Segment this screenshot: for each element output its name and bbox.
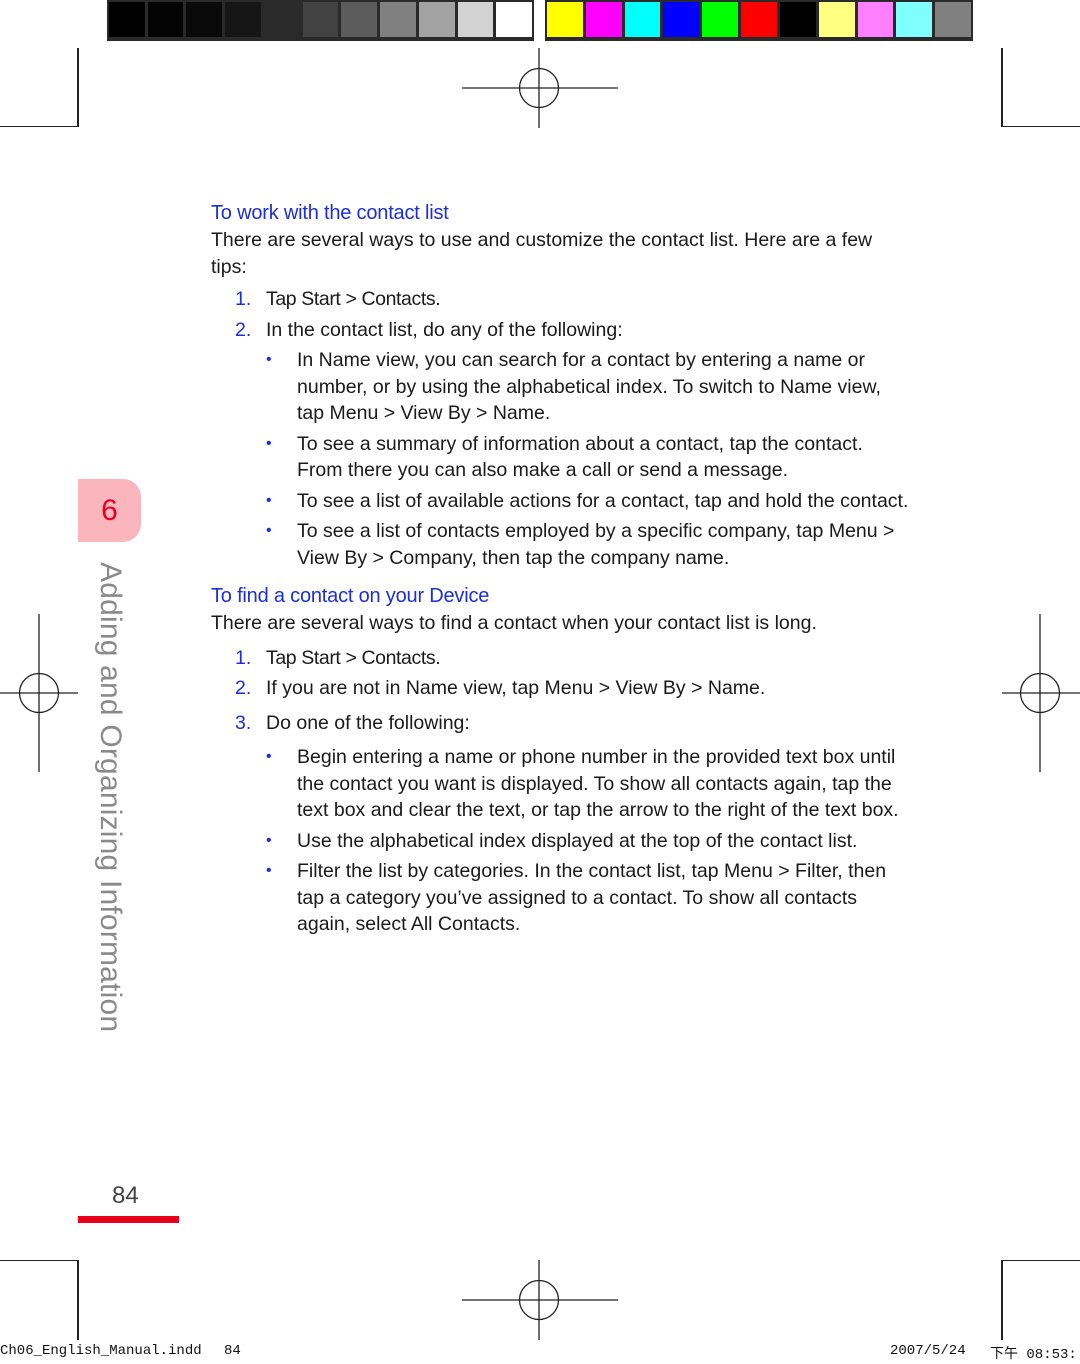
- bullet-icon: •: [266, 862, 272, 879]
- crop-mark-bottom-right-v: [1001, 1260, 1003, 1340]
- crop-mark-top-right-v: [1001, 48, 1003, 127]
- crop-mark-bottom-right-h: [1002, 1260, 1080, 1261]
- slug-date: 2007/5/24: [890, 1343, 966, 1359]
- bullet-icon: •: [266, 748, 272, 765]
- gray-swatch: [186, 2, 223, 37]
- crop-mark-bottom-left-h: [0, 1260, 78, 1261]
- section-heading: To work with the contact list: [211, 202, 449, 224]
- step-item: 2. In the contact list, do any of the fo…: [211, 317, 911, 344]
- registration-mark-top-icon: [462, 48, 618, 128]
- color-swatch: [624, 2, 661, 37]
- color-swatch: [818, 2, 855, 37]
- color-swatch: [857, 2, 894, 37]
- bullet-icon: •: [266, 522, 272, 539]
- color-swatch: [779, 2, 816, 37]
- color-swatch: [896, 2, 933, 37]
- step-item: 1. Tap Start > Contacts.: [211, 645, 911, 672]
- bullet-item: • Filter the list by categories. In the …: [211, 858, 911, 938]
- bullet-icon: •: [266, 434, 272, 452]
- crop-mark-top-right-h: [1002, 126, 1080, 127]
- crop-mark-bottom-left-v: [77, 1260, 79, 1340]
- gray-swatch: [341, 2, 378, 37]
- step-text: If you are not in Name view, tap Menu > …: [266, 677, 766, 699]
- step-text: In the contact list, do any of the follo…: [266, 318, 623, 341]
- gray-swatch: [457, 2, 494, 37]
- section-intro: There are several ways to find a contact…: [211, 612, 817, 634]
- step-text: Do one of the following:: [266, 711, 470, 734]
- section-intro: There are several ways to use and custom…: [211, 229, 873, 278]
- bullet-item: • To see a summary of information about …: [211, 431, 911, 484]
- color-swatch: [702, 2, 739, 37]
- bullet-text: Filter the list by categories. In the co…: [297, 860, 887, 935]
- bullet-item: • To see a list of contacts employed by …: [211, 518, 911, 571]
- step-number: 1.: [235, 288, 252, 310]
- gray-swatch: [380, 2, 416, 37]
- bullet-text: To see a list of contacts employed by a …: [297, 520, 895, 569]
- gray-swatch: [496, 2, 533, 37]
- section-heading: To find a contact on your Device: [211, 585, 490, 607]
- slug-time: 下午 08:53:: [990, 1347, 1077, 1363]
- step-text: Tap Start > Contacts.: [266, 646, 441, 669]
- step-item: 3. Do one of the following:: [211, 710, 911, 737]
- gray-swatch: [418, 2, 455, 37]
- color-swatch: [663, 2, 700, 37]
- chapter-title: Adding and Organizing Information: [82, 562, 130, 1032]
- process-color-bar: [545, 0, 973, 41]
- bullet-text: Begin entering a name or phone number in…: [297, 746, 899, 821]
- step-number: 2.: [235, 677, 252, 699]
- step-text: Tap Start > Contacts.: [266, 288, 441, 310]
- step-number: 1.: [235, 646, 252, 669]
- color-swatch: [935, 2, 971, 37]
- bullet-item: • In Name view, you can search for a con…: [211, 347, 911, 427]
- bullet-icon: •: [266, 491, 272, 509]
- crop-mark-top-left-v: [77, 48, 79, 127]
- gray-swatch: [147, 2, 184, 37]
- chapter-number: 6: [101, 493, 118, 527]
- bullet-text: In Name view, you can search for a conta…: [297, 349, 881, 424]
- step-number: 3.: [235, 711, 252, 734]
- bullet-text: To see a summary of information about a …: [297, 432, 863, 482]
- bullet-icon: •: [266, 831, 272, 849]
- bullet-text: Use the alphabetical index displayed at …: [297, 829, 858, 852]
- chapter-title-text: Adding and Organizing Information: [94, 562, 127, 1033]
- registration-mark-bottom-icon: [462, 1260, 618, 1340]
- gray-swatch: [302, 2, 339, 37]
- color-swatch: [741, 2, 777, 37]
- step-item: 2. If you are not in Name view, tap Menu…: [211, 675, 911, 702]
- page-content: To work with the contact list There are …: [211, 200, 911, 938]
- gray-swatch: [109, 2, 145, 37]
- bullet-item: • To see a list of available actions for…: [211, 488, 911, 515]
- page-number: 84: [112, 1182, 139, 1209]
- slug-page: 84: [224, 1343, 241, 1359]
- gray-swatch: [225, 2, 261, 37]
- page-number-rule: [78, 1216, 179, 1223]
- bullet-text: To see a list of available actions for a…: [297, 489, 909, 512]
- slug-filename: Ch06_English_Manual.indd: [0, 1343, 202, 1359]
- registration-mark-right-icon: [1002, 614, 1080, 772]
- bullet-icon: •: [266, 351, 272, 368]
- bullet-item: • Begin entering a name or phone number …: [211, 744, 911, 824]
- registration-mark-left-icon: [0, 614, 78, 772]
- chapter-tab: 6: [78, 479, 141, 542]
- step-item: 1. Tap Start > Contacts.: [211, 286, 911, 313]
- step-number: 2.: [235, 318, 252, 341]
- gray-color-bar: [107, 0, 534, 41]
- color-swatch: [547, 2, 583, 37]
- color-swatch: [585, 2, 622, 37]
- gray-swatch: [263, 2, 300, 37]
- bullet-item: • Use the alphabetical index displayed a…: [211, 828, 911, 855]
- crop-mark-top-left-h: [0, 126, 78, 127]
